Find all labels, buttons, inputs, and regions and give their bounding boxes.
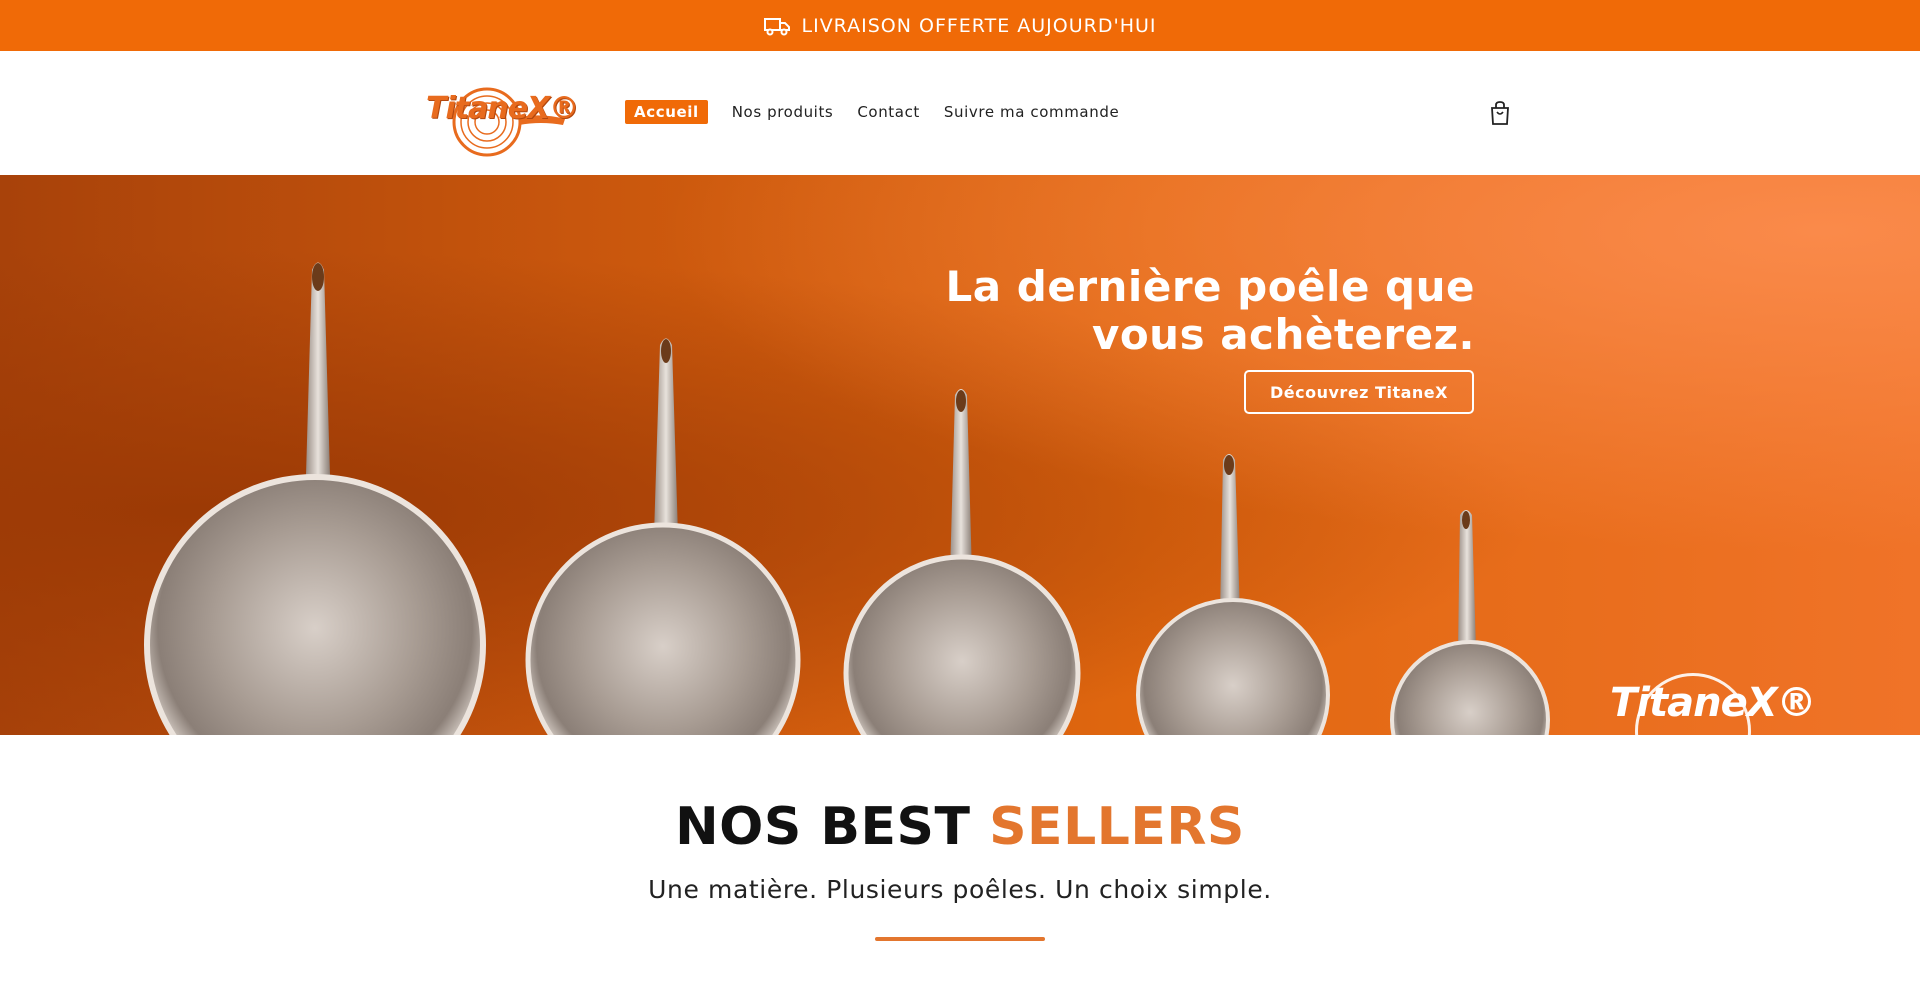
pan-2: [525, 338, 801, 735]
nav-item-nos-produits[interactable]: Nos produits: [732, 100, 834, 124]
brand-logo[interactable]: TitaneX®: [423, 69, 579, 157]
site-header: TitaneX® Accueil Nos produits Contact Su…: [0, 51, 1920, 175]
main-nav: Accueil Nos produits Contact Suivre ma c…: [625, 100, 1119, 124]
best-sellers-subtitle: Une matière. Plusieurs poêles. Un choix …: [648, 875, 1272, 904]
truck-icon: [763, 17, 790, 35]
hero-title: La dernière poêle que vous achèterez.: [945, 262, 1475, 359]
announcement-bar: LIVRAISON OFFERTE AUJOURD'HUI: [0, 0, 1920, 51]
pan-5: [1390, 510, 1550, 735]
best-sellers-title: NOS BEST SELLERS: [675, 797, 1245, 857]
shopping-bag-icon[interactable]: [1488, 100, 1512, 126]
nav-item-contact[interactable]: Contact: [857, 100, 920, 124]
pan-1: [144, 262, 486, 735]
announcement-text: LIVRAISON OFFERTE AUJOURD'HUI: [801, 14, 1157, 37]
pans-illustration: [144, 262, 1550, 735]
logo-text: TitaneX®: [426, 91, 579, 126]
best-sellers-section: NOS BEST SELLERS Une matière. Plusieurs …: [0, 735, 1920, 993]
hero-banner: La dernière poêle que vous achèterez. Dé…: [0, 175, 1920, 735]
pan-3: [843, 389, 1081, 735]
section-divider: [875, 937, 1045, 941]
discover-button[interactable]: Découvrez TitaneX: [1244, 370, 1474, 414]
nav-item-accueil[interactable]: Accueil: [625, 100, 708, 124]
pan-4: [1136, 454, 1330, 735]
nav-item-suivre-commande[interactable]: Suivre ma commande: [944, 100, 1119, 124]
hero-watermark-logo: TitaneX®: [1610, 680, 1817, 726]
